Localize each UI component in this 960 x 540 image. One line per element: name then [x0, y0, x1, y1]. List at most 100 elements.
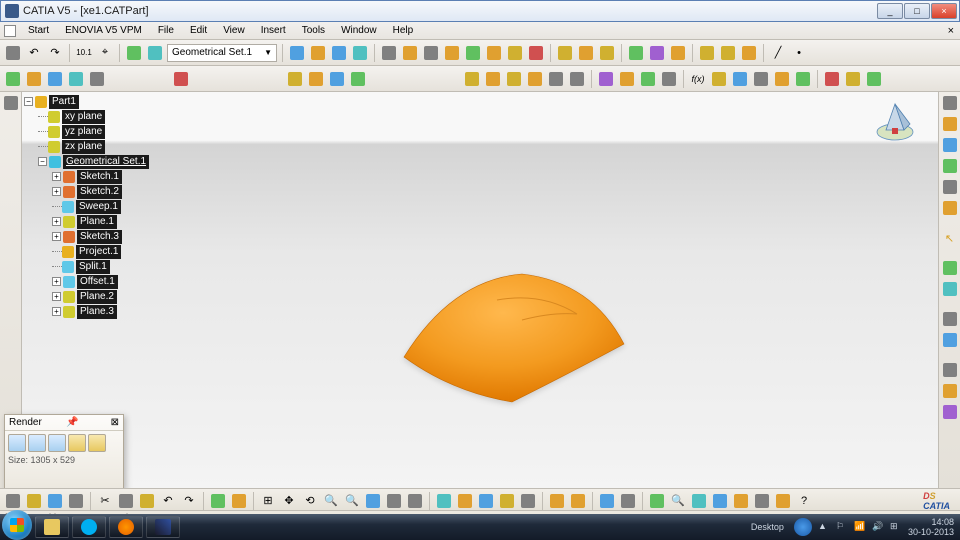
toolbtn[interactable]	[941, 136, 959, 154]
menu-help[interactable]: Help	[385, 23, 422, 38]
toolbtn[interactable]	[690, 492, 708, 510]
toolbtn[interactable]	[941, 280, 959, 298]
tree-item[interactable]: Sketch.2	[77, 185, 122, 199]
tree-root[interactable]: Part1	[49, 95, 79, 109]
toolbtn[interactable]	[648, 44, 666, 62]
toolbtn[interactable]	[669, 44, 687, 62]
normal-view-button[interactable]	[364, 492, 382, 510]
tree-toggle[interactable]: +	[52, 307, 61, 316]
toolbtn[interactable]	[732, 492, 750, 510]
compass-3d[interactable]	[872, 98, 918, 144]
print-button[interactable]	[67, 492, 85, 510]
new-button[interactable]	[4, 492, 22, 510]
toolbtn[interactable]	[941, 310, 959, 328]
toolbtn[interactable]	[527, 44, 545, 62]
toolbtn[interactable]	[288, 44, 306, 62]
toolbtn[interactable]: 10.1	[75, 44, 93, 62]
geoset-combo[interactable]: Geometrical Set.1▼	[167, 44, 277, 62]
toolbtn[interactable]	[556, 44, 574, 62]
toolbtn[interactable]	[941, 199, 959, 217]
toolbtn[interactable]: 🔍	[669, 492, 687, 510]
toolbtn[interactable]	[209, 492, 227, 510]
copy-button[interactable]	[117, 492, 135, 510]
save-button[interactable]	[46, 492, 64, 510]
render-btn[interactable]	[28, 434, 46, 452]
toolbtn[interactable]	[568, 70, 586, 88]
toolbtn[interactable]	[941, 331, 959, 349]
toolbtn[interactable]	[773, 70, 791, 88]
toolbtn[interactable]	[844, 70, 862, 88]
toolbtn[interactable]: ⌖	[96, 44, 114, 62]
toolbtn[interactable]	[774, 492, 792, 510]
tree-item[interactable]: Plane.2	[77, 290, 117, 304]
toolbtn[interactable]	[309, 44, 327, 62]
render-btn[interactable]	[68, 434, 86, 452]
tree-item[interactable]: Plane.1	[77, 215, 117, 229]
tray-icon[interactable]: ▲	[818, 521, 830, 533]
menu-start[interactable]: Start	[20, 23, 57, 38]
toolbtn[interactable]: f(x)	[689, 70, 707, 88]
toolbtn[interactable]	[794, 70, 812, 88]
toolbtn[interactable]	[941, 403, 959, 421]
toolbtn[interactable]	[941, 259, 959, 277]
toolbtn[interactable]	[648, 492, 666, 510]
toolbtn[interactable]	[484, 70, 502, 88]
pointer-icon[interactable]: ↖	[941, 229, 959, 247]
tree-item[interactable]: Sketch.3	[77, 230, 122, 244]
fit-all-button[interactable]: ⊞	[259, 492, 277, 510]
toolbtn[interactable]	[660, 70, 678, 88]
toolbtn[interactable]	[598, 44, 616, 62]
toolbtn[interactable]	[307, 70, 325, 88]
toolbtn[interactable]	[88, 70, 106, 88]
toolbtn[interactable]	[330, 44, 348, 62]
toolbtn[interactable]	[456, 492, 474, 510]
toolbtn[interactable]	[619, 492, 637, 510]
menu-edit[interactable]: Edit	[182, 23, 215, 38]
toolbtn[interactable]: ?	[795, 492, 813, 510]
menu-enovia[interactable]: ENOVIA V5 VPM	[57, 23, 150, 38]
toolbtn[interactable]	[463, 70, 481, 88]
menu-insert[interactable]: Insert	[253, 23, 294, 38]
tray-icon[interactable]: ⊞	[890, 521, 902, 533]
toolbtn[interactable]	[547, 70, 565, 88]
toolbtn[interactable]	[477, 492, 495, 510]
undo-button[interactable]: ↶	[159, 492, 177, 510]
zoom-in-button[interactable]: 🔍	[322, 492, 340, 510]
toolbtn[interactable]	[941, 157, 959, 175]
toolbtn[interactable]	[711, 492, 729, 510]
start-button[interactable]	[2, 510, 32, 540]
tree-item[interactable]: Split.1	[76, 260, 110, 274]
taskbar-clock[interactable]: 14:08 30-10-2013	[908, 517, 954, 537]
tray-network-icon[interactable]: 📶	[854, 521, 866, 533]
render-btn[interactable]	[48, 434, 66, 452]
toolbtn[interactable]	[526, 70, 544, 88]
toolbtn[interactable]	[519, 492, 537, 510]
rotate-button[interactable]: ⟲	[301, 492, 319, 510]
tree-geoset[interactable]: Geometrical Set.1	[63, 155, 149, 169]
toolbtn[interactable]	[385, 492, 403, 510]
viewport-3d[interactable]: −Part1 xy plane yz plane zx plane −Geome…	[22, 92, 938, 494]
toolbtn[interactable]	[597, 70, 615, 88]
toolbtn[interactable]	[618, 70, 636, 88]
toolbtn[interactable]	[422, 44, 440, 62]
menu-view[interactable]: View	[215, 23, 253, 38]
tree-toggle[interactable]: −	[24, 97, 33, 106]
tree-item[interactable]: Sketch.1	[77, 170, 122, 184]
toolbtn[interactable]	[125, 44, 143, 62]
task-skype[interactable]	[72, 516, 106, 538]
toolbtn[interactable]	[941, 178, 959, 196]
toolbtn[interactable]	[172, 70, 190, 88]
tray-flag-icon[interactable]: ⚐	[836, 521, 848, 533]
toolbtn[interactable]	[719, 44, 737, 62]
toolbtn[interactable]: •	[790, 44, 808, 62]
undo-button[interactable]: ↶	[25, 44, 43, 62]
toolbtn[interactable]	[752, 70, 770, 88]
toolbtn[interactable]	[823, 70, 841, 88]
render-pin-icon[interactable]: 📌	[66, 417, 78, 428]
render-close-icon[interactable]: ⊠	[111, 417, 119, 428]
toolbtn[interactable]	[25, 70, 43, 88]
toolbtn[interactable]	[380, 44, 398, 62]
minimize-button[interactable]: _	[877, 3, 903, 19]
tree-toggle[interactable]: +	[52, 292, 61, 301]
zoom-out-button[interactable]: 🔍	[343, 492, 361, 510]
